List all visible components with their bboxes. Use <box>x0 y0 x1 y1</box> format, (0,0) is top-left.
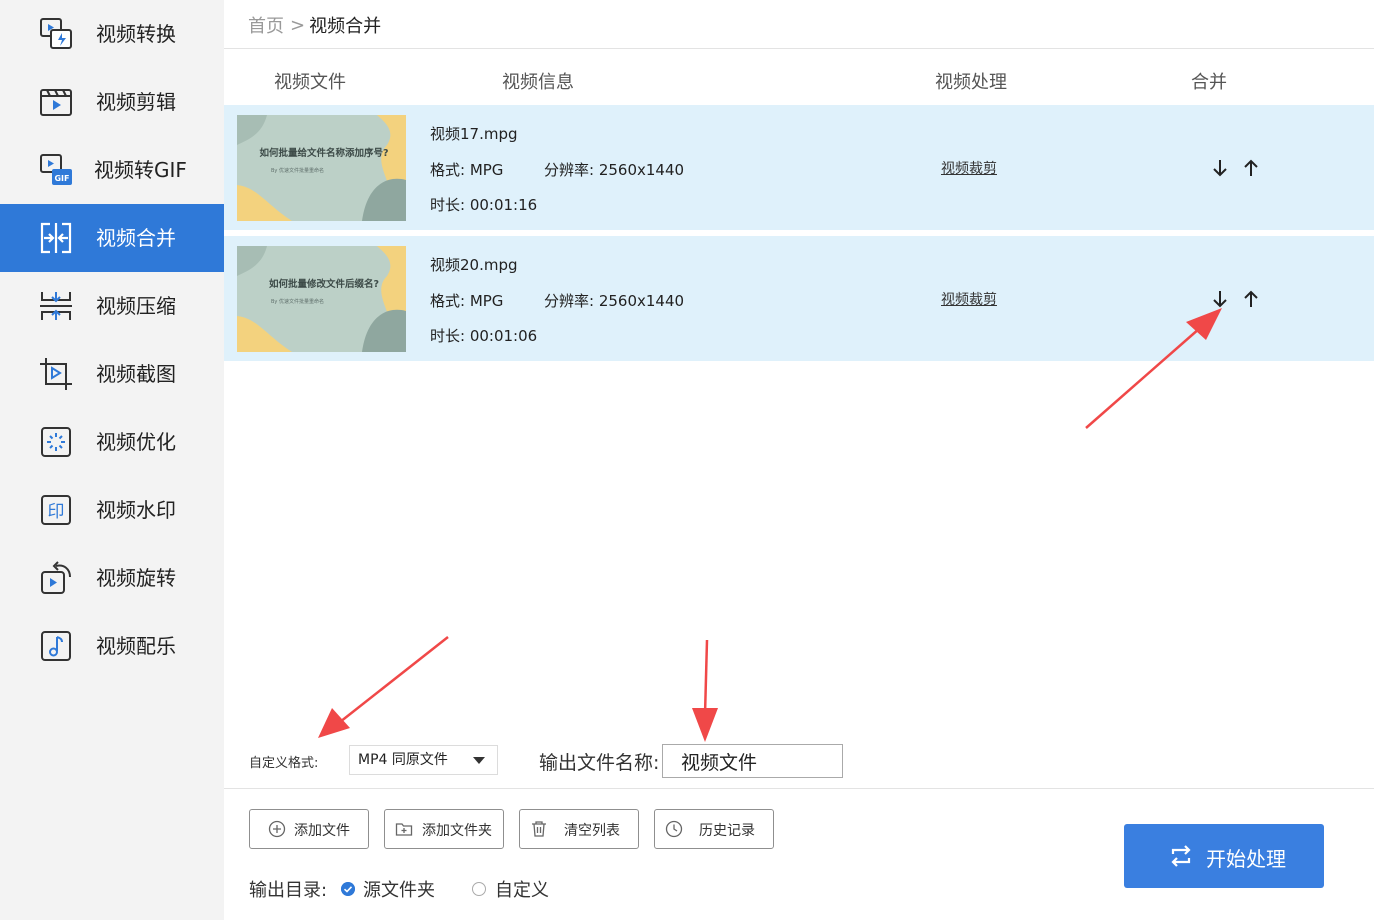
file-name: 视频17.mpg <box>430 125 518 143</box>
radio-custom-label[interactable]: 自定义 <box>495 876 549 902</box>
sidebar-item-label: 视频旋转 <box>96 566 176 590</box>
column-header-merge: 合并 <box>1191 72 1227 93</box>
sidebar-item-video-merge[interactable]: 视频合并 <box>0 204 224 272</box>
thumbnail-title: 如何批量修改文件后缀名? <box>268 279 379 290</box>
history-button[interactable]: 历史记录 <box>654 809 774 849</box>
annotation-arrow-format <box>318 636 449 738</box>
output-name-label: 输出文件名称: <box>539 752 660 774</box>
gif-icon: GIF <box>40 154 72 185</box>
video-edit-icon <box>40 89 72 116</box>
format-select-value: MP4 同原文件 <box>358 752 448 768</box>
sidebar-item-video-edit[interactable]: 视频剪辑 <box>0 68 224 136</box>
breadcrumb: 首页 > 视频合并 <box>248 12 381 38</box>
clear-list-button[interactable]: 清空列表 <box>519 809 639 849</box>
breadcrumb-home[interactable]: 首页 <box>248 12 284 38</box>
output-name-input[interactable] <box>662 744 843 778</box>
watermark-icon: 印 <box>41 495 71 525</box>
sidebar-item-video-watermark[interactable]: 印 视频水印 <box>0 476 224 544</box>
trash-icon <box>532 821 546 837</box>
add-folder-label: 添加文件夹 <box>422 823 492 839</box>
file-resolution: 分辨率: 2560x1440 <box>544 292 685 310</box>
file-duration: 时长: 00:01:06 <box>430 327 538 345</box>
add-folder-icon <box>395 823 413 836</box>
header-divider <box>224 48 1374 49</box>
options-divider <box>224 788 1374 789</box>
move-down-arrow-icon[interactable] <box>1209 288 1231 310</box>
thumbnail-subtitle: By 优速文件批量重命名 <box>271 168 324 174</box>
breadcrumb-separator: > <box>290 14 306 36</box>
video-thumbnail: 如何批量修改文件后缀名? By 优速文件批量重命名 <box>237 246 406 352</box>
rotate-icon <box>41 561 71 594</box>
column-header-file: 视频文件 <box>274 72 346 93</box>
move-up-arrow-icon[interactable] <box>1240 288 1262 310</box>
sidebar-item-video-rotate[interactable]: 视频旋转 <box>0 544 224 612</box>
video-crop-link[interactable]: 视频裁剪 <box>941 289 997 309</box>
thumbnail-title: 如何批量给文件名称添加序号? <box>259 148 389 159</box>
compress-icon <box>40 292 72 320</box>
music-icon <box>41 631 71 661</box>
start-processing-button[interactable]: 开始处理 <box>1124 824 1324 888</box>
clock-icon <box>665 820 683 838</box>
radio-custom[interactable] <box>472 882 486 896</box>
sidebar-item-video-optimize[interactable]: 视频优化 <box>0 408 224 476</box>
sidebar: 视频转换 视频剪辑 GIF 视频转GIF 视频合并 视频压缩 视频截图 视频优化… <box>0 0 224 920</box>
sidebar-item-video-screenshot[interactable]: 视频截图 <box>0 340 224 408</box>
video-thumbnail: 如何批量给文件名称添加序号? By 优速文件批量重命名 <box>237 115 406 221</box>
radio-source-folder[interactable] <box>341 882 355 896</box>
file-duration: 时长: 00:01:16 <box>430 196 538 214</box>
history-label: 历史记录 <box>699 823 755 839</box>
thumbnail-subtitle: By 优速文件批量重命名 <box>271 299 324 305</box>
add-folder-button[interactable]: 添加文件夹 <box>384 809 504 849</box>
breadcrumb-current: 视频合并 <box>309 16 382 37</box>
sidebar-item-label: 视频压缩 <box>96 294 176 318</box>
start-processing-label: 开始处理 <box>1206 847 1286 871</box>
sidebar-item-label: 视频水印 <box>96 498 176 522</box>
format-label: 自定义格式: <box>249 756 319 771</box>
video-crop-link[interactable]: 视频裁剪 <box>941 158 997 178</box>
table-row[interactable]: 如何批量修改文件后缀名? By 优速文件批量重命名 视频20.mpg 格式: M… <box>224 236 1374 361</box>
video-convert-icon <box>40 18 72 49</box>
file-name: 视频20.mpg <box>430 256 518 274</box>
optimize-icon <box>41 427 71 457</box>
sidebar-item-label: 视频转GIF <box>94 158 187 182</box>
file-format: 格式: MPG <box>430 292 504 310</box>
file-resolution: 分辨率: 2560x1440 <box>544 161 685 179</box>
sidebar-item-label: 视频优化 <box>96 430 176 454</box>
sidebar-item-label: 视频剪辑 <box>96 90 176 114</box>
column-header-info: 视频信息 <box>502 72 574 93</box>
screenshot-icon <box>40 358 72 390</box>
sidebar-item-video-convert[interactable]: 视频转换 <box>0 0 224 68</box>
sidebar-item-video-compress[interactable]: 视频压缩 <box>0 272 224 340</box>
format-select[interactable]: MP4 同原文件 <box>349 745 498 775</box>
video-merge-icon <box>40 222 72 254</box>
annotation-arrow-output-name <box>692 639 718 742</box>
add-file-label: 添加文件 <box>294 823 350 839</box>
table-row[interactable]: 如何批量给文件名称添加序号? By 优速文件批量重命名 视频17.mpg 格式:… <box>224 105 1374 230</box>
add-file-button[interactable]: 添加文件 <box>249 809 369 849</box>
sidebar-item-label: 视频合并 <box>96 226 176 250</box>
add-circle-icon <box>268 820 286 838</box>
svg-text:印: 印 <box>48 502 65 522</box>
svg-text:GIF: GIF <box>54 174 69 183</box>
sidebar-item-label: 视频转换 <box>96 22 176 46</box>
column-header-process: 视频处理 <box>935 72 1007 93</box>
move-up-arrow-icon[interactable] <box>1240 157 1262 179</box>
dropdown-caret-icon <box>473 757 485 764</box>
repeat-icon <box>1171 845 1191 867</box>
radio-source-folder-label[interactable]: 源文件夹 <box>363 876 435 902</box>
clear-list-label: 清空列表 <box>564 823 620 839</box>
sidebar-item-label: 视频配乐 <box>96 634 176 658</box>
sidebar-item-video-gif[interactable]: GIF 视频转GIF <box>0 136 224 204</box>
move-down-arrow-icon[interactable] <box>1209 157 1231 179</box>
file-format: 格式: MPG <box>430 161 504 179</box>
output-dir-label: 输出目录: <box>249 880 328 901</box>
sidebar-item-label: 视频截图 <box>96 362 176 386</box>
sidebar-item-video-music[interactable]: 视频配乐 <box>0 612 224 680</box>
